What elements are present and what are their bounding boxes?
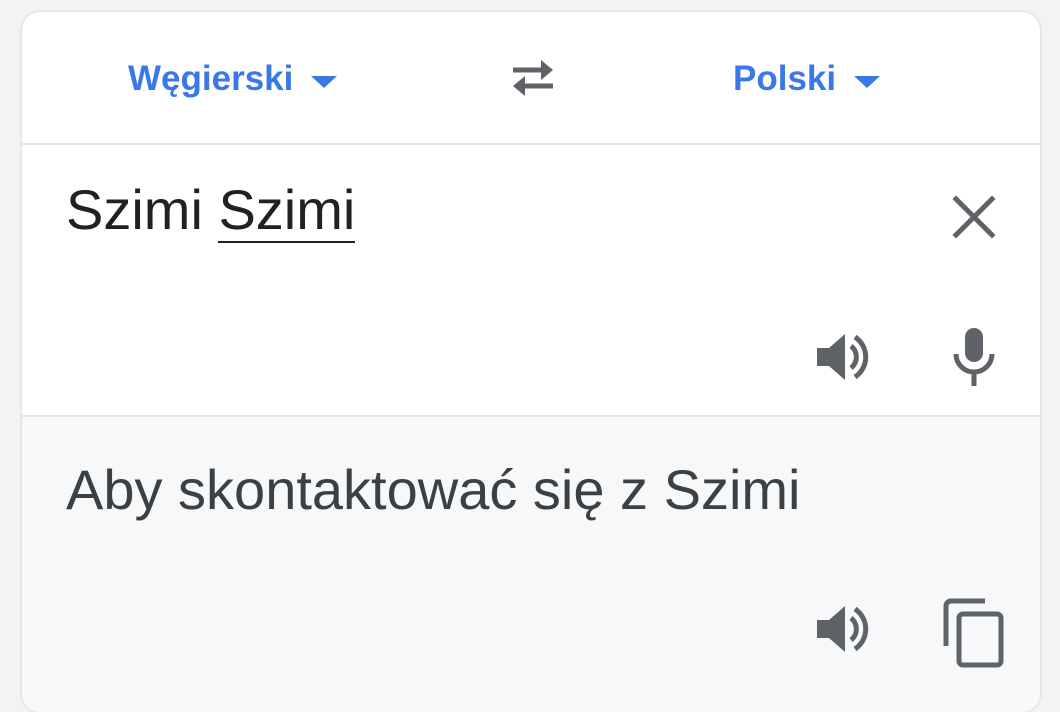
swap-languages-button[interactable] bbox=[500, 50, 566, 106]
translation-text: Aby skontaktować się z Szimi bbox=[66, 458, 801, 521]
speaker-icon bbox=[817, 334, 869, 380]
translation-listen-button[interactable] bbox=[808, 597, 880, 661]
swap-arrows-icon bbox=[513, 60, 553, 96]
copy-translation-button[interactable] bbox=[938, 593, 1010, 673]
source-text-underlined-word: Szimi bbox=[218, 178, 356, 243]
chevron-down-icon bbox=[854, 76, 881, 88]
source-text[interactable]: Szimi Szimi bbox=[66, 175, 356, 245]
language-bar: Węgierski Polski bbox=[22, 12, 1040, 145]
translator-card: Węgierski Polski Szimi Szimi Aby skontak… bbox=[22, 12, 1040, 712]
voice-input-button[interactable] bbox=[942, 321, 1006, 393]
source-input-area[interactable]: Szimi Szimi bbox=[22, 145, 1040, 417]
copy-icon bbox=[943, 598, 1004, 668]
microphone-icon bbox=[953, 328, 995, 386]
target-language-label: Polski bbox=[733, 59, 837, 98]
chevron-down-icon bbox=[311, 76, 338, 88]
close-icon bbox=[952, 195, 996, 239]
speaker-icon bbox=[817, 606, 869, 652]
source-listen-button[interactable] bbox=[808, 325, 880, 389]
clear-button[interactable] bbox=[942, 185, 1006, 249]
source-language-label: Węgierski bbox=[128, 59, 294, 98]
source-text-word: Szimi bbox=[66, 178, 219, 241]
translation-output-area: Aby skontaktować się z Szimi bbox=[22, 417, 1040, 712]
target-language-selector[interactable]: Polski bbox=[733, 54, 881, 104]
source-language-selector[interactable]: Węgierski bbox=[128, 54, 338, 104]
